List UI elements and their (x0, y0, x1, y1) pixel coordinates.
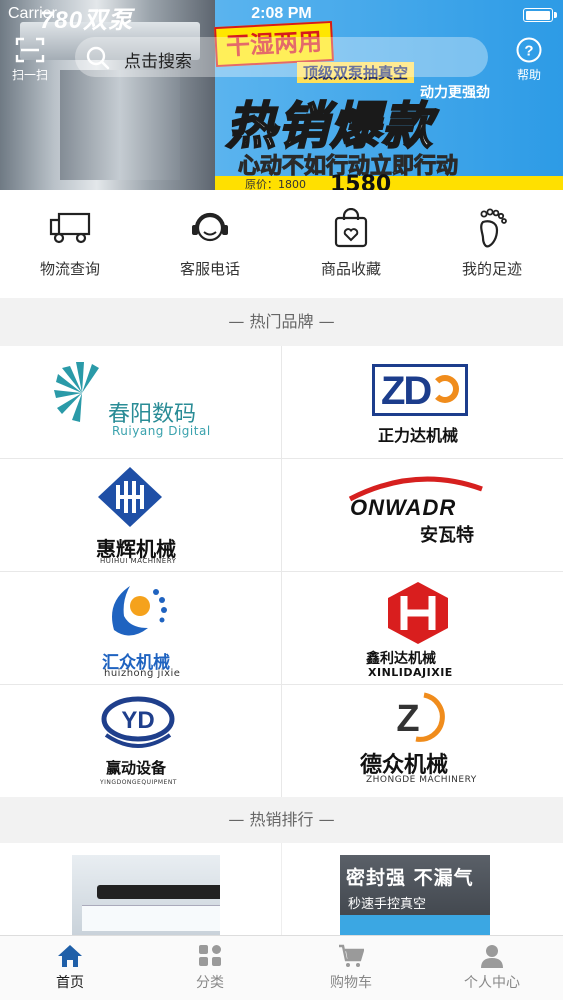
brand-sub-onwadr: ONWADR (350, 495, 457, 520)
service-phone-button[interactable]: 客服电话 (140, 190, 280, 298)
svg-text:?: ? (524, 43, 533, 60)
search-input[interactable]: 点击搜索 (75, 37, 488, 77)
ruiyang-logo-icon (54, 362, 99, 422)
battery-icon (523, 8, 557, 22)
cart-icon (339, 944, 364, 967)
brand-cell-onwadr[interactable]: ONWADR 安瓦特 (282, 459, 563, 571)
quick-label-logistics: 物流查询 (39, 260, 100, 278)
brand-cell-huizhong[interactable]: 汇众机械 huizhong jixie (0, 572, 281, 684)
hot-brands-header: — 热门品牌 — (0, 298, 563, 346)
brand-name-onwadr: 安瓦特 (420, 525, 474, 546)
tab-profile-label: 个人中心 (464, 975, 520, 991)
brand-name-zhenglida: 正力达机械 (378, 426, 459, 445)
yingdong-logo-icon: YD (101, 696, 175, 748)
quick-label-service: 客服电话 (179, 260, 240, 278)
tab-category-label: 分类 (196, 975, 224, 991)
dezhong-logo-icon: Z (396, 692, 445, 742)
quick-label-favorites: 商品收藏 (320, 260, 381, 278)
tab-profile[interactable]: 个人中心 (422, 936, 562, 1000)
brand-sub-huihui: HUIHUI MACHINERY (100, 557, 177, 565)
quick-label-footprint: 我的足迹 (461, 260, 522, 278)
help-button[interactable]: ? 帮助 (507, 36, 551, 83)
brand-name-yingdong: 赢动设备 (106, 759, 167, 777)
tab-home-label: 首页 (56, 975, 84, 991)
tab-category[interactable]: 分类 (140, 936, 280, 1000)
user-icon (481, 945, 503, 968)
hot-sales-header: — 热销排行 — (0, 797, 563, 843)
status-bar: Carrier 2:08 PM (0, 0, 563, 30)
product-image-1-bag (82, 905, 220, 931)
truck-icon (49, 212, 91, 244)
product-2-sub: 秒速手控真空 (348, 897, 427, 912)
brand-sub-dezhong: ZHONGDE MACHINERY (366, 775, 477, 785)
sale-price: 1580 (330, 172, 392, 190)
brand-sub-huizhong: huizhong jixie (104, 668, 181, 679)
brand-cell-ruiyang[interactable]: 春阳数码 Ruiyang Digital (0, 346, 281, 458)
yd-logo-letters: YD (121, 707, 154, 734)
brand-name-xinlida: 鑫利达机械 (366, 651, 436, 667)
brand-cell-zhenglida[interactable]: ZD 正力达机械 (282, 346, 563, 458)
hot-products-list: 密封强 不漏气 秒速手控真空 (0, 843, 563, 935)
brand-sub-yingdong: YINGDONGEQUIPMENT (100, 779, 177, 786)
bag-heart-icon (334, 208, 368, 248)
brand-grid: 春阳数码 Ruiyang Digital ZD 正力达机械 惠辉机械 HUIHU… (0, 346, 563, 797)
huihui-logo-icon (98, 467, 162, 527)
product-divider (281, 843, 282, 935)
brand-sub-ruiyang: Ruiyang Digital (112, 424, 211, 438)
brand-cell-dezhong[interactable]: Z 德众机械 ZHONGDE MACHINERY (282, 685, 563, 797)
scan-label: 扫一扫 (11, 68, 48, 82)
z-logo-letter: Z (396, 698, 419, 740)
original-price: 原价：1800 (245, 178, 306, 190)
favorites-button[interactable]: 商品收藏 (281, 190, 421, 298)
tab-cart[interactable]: 购物车 (281, 936, 421, 1000)
tab-cart-label: 购物车 (330, 975, 372, 991)
tab-home[interactable]: 首页 (0, 936, 140, 1000)
zd-logo-icon: ZD (372, 364, 468, 416)
scan-button[interactable]: 扫一扫 (8, 36, 52, 83)
zd-logo-letters: ZD (381, 369, 432, 413)
footprint-icon (480, 208, 507, 248)
brand-cell-xinlida[interactable]: 鑫利达机械 XINLIDAJIXIE (282, 572, 563, 684)
clock: 2:08 PM (251, 5, 312, 22)
home-icon (58, 945, 82, 967)
machine-body (60, 70, 180, 180)
headset-icon (192, 212, 228, 242)
help-label: 帮助 (516, 68, 541, 82)
quick-menu: 物流查询 客服电话 商品收藏 我的足迹 (0, 190, 563, 298)
search-placeholder: 点击搜索 (124, 52, 192, 72)
category-icon (199, 945, 221, 966)
product-2-headline: 密封强 不漏气 (346, 867, 474, 889)
brand-cell-huihui[interactable]: 惠辉机械 HUIHUI MACHINERY (0, 459, 281, 571)
product-card-1[interactable] (72, 855, 220, 935)
product-image-2-base (340, 915, 490, 935)
brand-cell-yingdong[interactable]: YD 赢动设备 YINGDONGEQUIPMENT (0, 685, 281, 797)
tab-bar: 首页 分类 购物车 个人中心 (0, 935, 563, 1000)
help-icon: ? (516, 37, 542, 63)
search-icon (86, 46, 110, 70)
xinlida-logo-icon (388, 582, 448, 644)
logistics-query-button[interactable]: 物流查询 (0, 190, 140, 298)
footprint-button[interactable]: 我的足迹 (422, 190, 562, 298)
brand-sub-xinlida: XINLIDAJIXIE (368, 666, 453, 679)
scan-icon (15, 37, 45, 63)
huizhong-logo-icon (112, 586, 167, 636)
product-image-1-sealer (97, 885, 220, 899)
product-card-2[interactable]: 密封强 不漏气 秒速手控真空 (340, 855, 490, 935)
